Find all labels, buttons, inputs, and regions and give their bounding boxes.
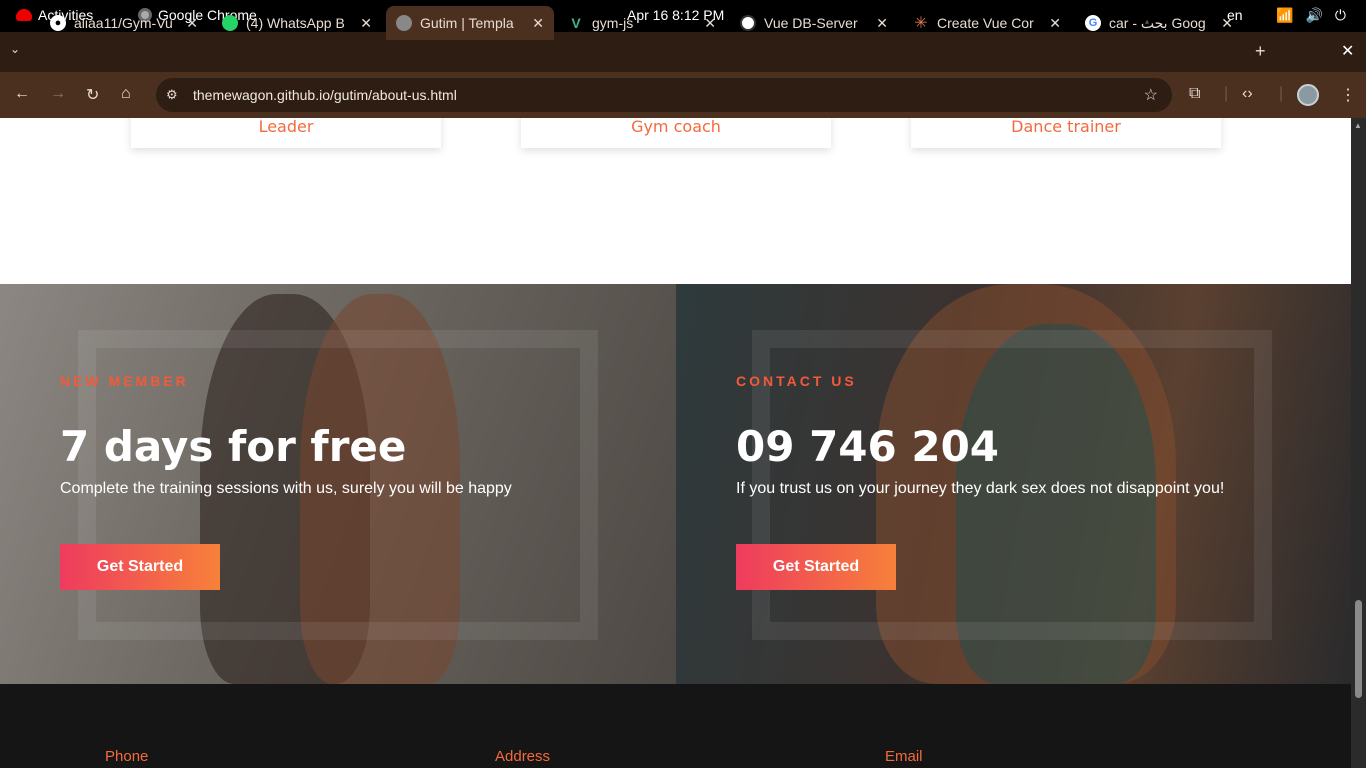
- redhat-logo-icon: [16, 9, 32, 21]
- close-tab-icon[interactable]: ✕: [1221, 15, 1233, 32]
- openai-icon: [740, 15, 756, 31]
- trainer-role: Gym coach: [631, 118, 721, 136]
- trainer-card: Dance trainer: [911, 118, 1221, 148]
- power-icon: ⏻: [1334, 7, 1346, 23]
- tab-google-search[interactable]: G car - بحث Goog ✕: [1075, 6, 1243, 40]
- url-text[interactable]: themewagon.github.io/gutim/about-us.html: [193, 87, 457, 103]
- google-icon: G: [1085, 15, 1101, 31]
- scroll-up-arrow-icon[interactable]: ▲: [1354, 121, 1362, 130]
- footer-phone-label: Phone: [105, 748, 149, 765]
- close-tab-icon[interactable]: ✕: [704, 15, 716, 32]
- vue-icon: V: [571, 15, 581, 31]
- tab-title: Gutim | Templa: [420, 15, 514, 31]
- toolbar-divider: |: [1279, 85, 1284, 102]
- wifi-icon: 📶: [1276, 7, 1294, 23]
- trainer-role: Dance trainer: [1011, 118, 1121, 136]
- tab-gutim[interactable]: Gutim | Templa ✕: [386, 6, 554, 40]
- promo-eyebrow: NEW MEMBER: [60, 373, 189, 389]
- trainer-role: Leader: [258, 118, 314, 136]
- close-tab-icon[interactable]: ✕: [360, 15, 372, 32]
- close-window-icon[interactable]: ✕: [1341, 41, 1354, 61]
- tab-gym-js[interactable]: V gym-js ✕: [558, 6, 726, 40]
- bookmark-star-icon[interactable]: ☆: [1144, 85, 1158, 105]
- address-bar[interactable]: ⚙ themewagon.github.io/gutim/about-us.ht…: [156, 78, 1172, 112]
- trainer-card: Leader: [131, 118, 441, 148]
- page-scrollbar[interactable]: ▲: [1351, 118, 1366, 768]
- toolbar-divider: |: [1224, 85, 1229, 102]
- tab-title: Create Vue Cor: [937, 15, 1034, 31]
- github-icon: ●: [50, 15, 66, 31]
- promo-eyebrow: CONTACT US: [736, 373, 857, 389]
- tab-whatsapp[interactable]: (4) WhatsApp B ✕: [212, 6, 382, 40]
- tab-title: (4) WhatsApp B: [246, 15, 345, 31]
- close-tab-icon[interactable]: ✕: [876, 15, 888, 32]
- close-tab-icon[interactable]: ✕: [186, 15, 198, 32]
- home-icon[interactable]: ⌂: [121, 85, 131, 103]
- volume-icon: 🔊: [1305, 7, 1323, 23]
- tab-vue-db-server[interactable]: Vue DB-Server ✕: [730, 6, 898, 40]
- promo-heading: 09 746 204: [736, 422, 1000, 471]
- forward-arrow-icon[interactable]: →: [50, 85, 66, 103]
- scrollbar-thumb[interactable]: [1355, 600, 1362, 698]
- devtools-code-icon[interactable]: ‹›: [1242, 85, 1253, 103]
- claude-icon: ✳: [914, 15, 928, 32]
- new-member-banner: NEW MEMBER 7 days for free Complete the …: [0, 284, 676, 684]
- web-page: Leader Gym coach Dance trainer NEW MEMBE…: [0, 118, 1351, 768]
- footer-email-label: Email: [885, 748, 923, 765]
- promo-heading: 7 days for free: [60, 422, 407, 471]
- system-tray[interactable]: 📶 🔊 ⏻: [1276, 7, 1346, 24]
- extensions-puzzle-icon[interactable]: ⧉: [1189, 85, 1200, 103]
- globe-icon: [396, 15, 412, 31]
- close-tab-icon[interactable]: ✕: [1049, 15, 1061, 32]
- tab-title: car - بحث Goog: [1109, 14, 1206, 31]
- footer: Phone Address Email: [0, 684, 1351, 768]
- trainer-card: Gym coach: [521, 118, 831, 148]
- tab-title: Vue DB-Server: [764, 15, 858, 31]
- contact-us-banner: CONTACT US 09 746 204 If you trust us on…: [676, 284, 1351, 684]
- new-tab-plus-icon[interactable]: +: [1255, 41, 1266, 62]
- promo-text: If you trust us on your journey they dar…: [736, 480, 1225, 497]
- whatsapp-icon: [222, 15, 238, 31]
- tab-title: aliaa11/Gym-Vu: [74, 15, 173, 31]
- site-info-icon[interactable]: ⚙: [166, 87, 178, 103]
- profile-avatar[interactable]: [1297, 84, 1319, 106]
- tab-create-vue[interactable]: ✳ Create Vue Cor ✕: [903, 6, 1071, 40]
- tab-title: gym-js: [592, 15, 634, 31]
- kebab-menu-icon[interactable]: ⋮: [1340, 85, 1356, 105]
- get-started-button[interactable]: Get Started: [60, 544, 220, 590]
- tab-search-chevron-icon[interactable]: ⌄: [10, 42, 20, 56]
- back-arrow-icon[interactable]: ←: [14, 85, 30, 103]
- tab-github[interactable]: ● aliaa11/Gym-Vu ✕: [40, 6, 208, 40]
- footer-address-label: Address: [495, 748, 551, 765]
- promo-text: Complete the training sessions with us, …: [60, 480, 512, 497]
- reload-icon[interactable]: ↻: [86, 85, 99, 105]
- close-tab-icon[interactable]: ✕: [532, 15, 544, 32]
- get-started-button[interactable]: Get Started: [736, 544, 896, 590]
- browser-toolbar: ← → ↻ ⌂ ⚙ themewagon.github.io/gutim/abo…: [0, 72, 1366, 118]
